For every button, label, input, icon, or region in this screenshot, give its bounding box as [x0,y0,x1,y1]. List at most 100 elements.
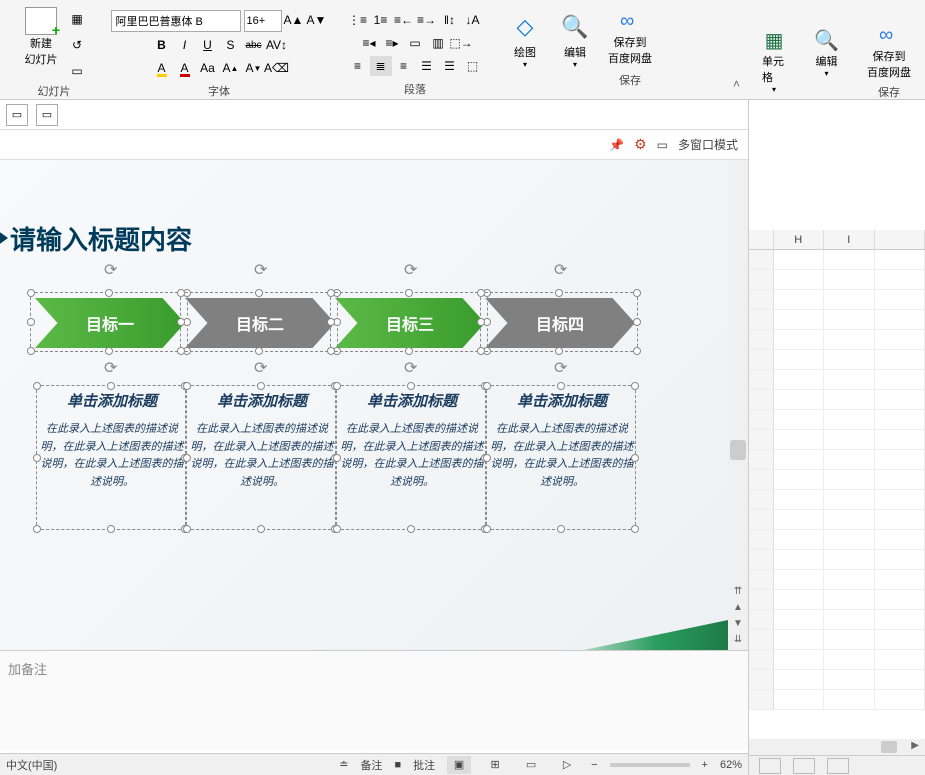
selection-handle[interactable] [407,382,415,390]
selection-handle[interactable] [333,289,341,297]
change-case-button[interactable]: Aa [197,58,219,78]
excel-col-i[interactable]: I [824,230,874,249]
selection-handle[interactable] [481,525,489,533]
selection-handle[interactable] [481,382,489,390]
gear-icon[interactable]: ⚙ [634,136,647,153]
selection-handle[interactable] [555,289,563,297]
selection-handle[interactable] [331,525,339,533]
reset-button[interactable]: ↺ [66,35,88,55]
selection-handle[interactable] [331,382,339,390]
selection-handle[interactable] [333,347,341,355]
shadow-button[interactable]: S [220,35,242,55]
selection-handle[interactable] [631,382,639,390]
scroll-up-double-icon[interactable]: ⇈ [728,586,748,602]
edit-button[interactable]: 🔍 编辑 ▾ [555,10,594,73]
textbox-3[interactable]: 单击添加标题 在此录入上述图表的描述说明，在此录入上述图表的描述说明，在此录入上… [340,390,484,491]
excel-col-h[interactable]: H [774,230,824,249]
selection-handle[interactable] [557,525,565,533]
arrow-goal-4[interactable]: 目标四 [485,298,635,348]
excel-view-1-button[interactable] [759,758,781,774]
selection-handle[interactable] [633,347,641,355]
text-direction-button[interactable]: ↓A [462,10,484,30]
decrease-font-button[interactable]: A▼ [306,10,328,30]
zoom-in-button[interactable]: + [702,759,708,771]
selection-handle[interactable] [405,289,413,297]
scroll-down-icon[interactable]: ▼ [728,618,748,634]
font-name-combo[interactable] [111,10,241,32]
scrollbar-thumb[interactable] [730,440,746,460]
increase-font-button[interactable]: A▲ [283,10,305,30]
selection-handle[interactable] [183,382,191,390]
align-right-button[interactable]: ≡ [393,56,415,76]
selection-handle[interactable] [177,347,185,355]
arrow-goal-1[interactable]: 目标一 [35,298,185,348]
collapse-ribbon-button[interactable]: ˄ [733,77,740,91]
scroll-down-double-icon[interactable]: ⇊ [728,634,748,650]
justify-button[interactable]: ☰ [416,56,438,76]
selection-handle[interactable] [631,525,639,533]
char-spacing-button[interactable]: AV↕ [266,35,288,55]
slide-canvas[interactable]: 请输入标题内容 目标一 目标二 目标三 目标四 ⟳ ⟳ ⟳ ⟳ 单击添加标题 在… [0,160,728,650]
pin-icon[interactable]: 📌 [609,138,624,152]
bold-button[interactable]: B [151,35,173,55]
excel-cells-button[interactable]: ▦ 单元格 ▾ [756,24,792,98]
zoom-slider[interactable] [610,763,690,767]
selection-handle[interactable] [183,289,191,297]
new-slide-button[interactable]: 新建 幻灯片 [20,5,62,69]
rotate-handle-tb-3[interactable]: ⟳ [404,358,417,378]
selection-handle[interactable] [27,347,35,355]
selection-handle[interactable] [477,347,485,355]
align-text-button[interactable]: ▭ [404,33,426,53]
increase-list-button[interactable]: ≡▸ [381,33,403,53]
indent-dec-button[interactable]: ≡← [393,10,415,30]
selection-handle[interactable] [405,347,413,355]
font-size-combo[interactable] [244,10,282,32]
excel-scroll-thumb[interactable] [881,741,897,753]
line-spacing-button[interactable]: ‖↕ [439,10,461,30]
align-center-button[interactable]: ≣ [370,56,392,76]
selection-handle[interactable] [181,525,189,533]
arrow-goal-3[interactable]: 目标三 [335,298,485,348]
selection-handle[interactable] [477,289,485,297]
selection-handle[interactable] [257,382,265,390]
draw-button[interactable]: ◇ 绘图 ▾ [508,10,542,73]
selection-handle[interactable] [483,347,491,355]
para-more-button[interactable]: ⬚ [462,56,484,76]
subscript-button[interactable]: A▼ [243,58,265,78]
italic-button[interactable]: I [174,35,196,55]
rotate-handle-tb-4[interactable]: ⟳ [554,358,567,378]
selection-handle[interactable] [255,289,263,297]
selection-handle[interactable] [105,347,113,355]
selection-handle[interactable] [333,382,341,390]
indent-inc-button[interactable]: ≡→ [416,10,438,30]
comments-toggle-button[interactable]: 批注 [413,757,435,773]
rotate-handle-3[interactable]: ⟳ [404,260,417,280]
normal-view-button[interactable]: ▣ [447,756,471,774]
selection-handle[interactable] [483,525,491,533]
selection-handle[interactable] [483,382,491,390]
underline-button[interactable]: U [197,35,219,55]
excel-view-3-button[interactable] [827,758,849,774]
reading-view-button[interactable]: ▭ [519,756,543,774]
bullets-button[interactable]: ⋮≡ [347,10,369,30]
rotate-handle-tb-1[interactable]: ⟳ [104,358,117,378]
notes-pane[interactable]: 加备注 [0,650,748,750]
rotate-handle-2[interactable]: ⟳ [254,260,267,280]
rotate-handle-4[interactable]: ⟳ [554,260,567,280]
rotate-handle-1[interactable]: ⟳ [104,260,117,280]
align-left-button[interactable]: ≡ [347,56,369,76]
selection-handle[interactable] [333,525,341,533]
selection-handle[interactable] [27,318,35,326]
excel-view-2-button[interactable] [793,758,815,774]
selection-handle[interactable] [105,289,113,297]
textbox-4[interactable]: 单击添加标题 在此录入上述图表的描述说明，在此录入上述图表的描述说明，在此录入上… [490,390,634,491]
rotate-handle-tb-2[interactable]: ⟳ [254,358,267,378]
distribute-button[interactable]: ☰ [439,56,461,76]
excel-save-baidu-button[interactable]: 保存到 百度网盘 [861,24,917,84]
textbox-2[interactable]: 单击添加标题 在此录入上述图表的描述说明，在此录入上述图表的描述说明，在此录入上… [190,390,334,491]
arrow-goal-2[interactable]: 目标二 [185,298,335,348]
slideshow-view-button[interactable]: ▷ [555,756,579,774]
textbox-1[interactable]: 单击添加标题 在此录入上述图表的描述说明，在此录入上述图表的描述说明，在此录入上… [40,390,184,491]
sorter-view-button[interactable]: ⊞ [483,756,507,774]
selection-handle[interactable] [483,289,491,297]
